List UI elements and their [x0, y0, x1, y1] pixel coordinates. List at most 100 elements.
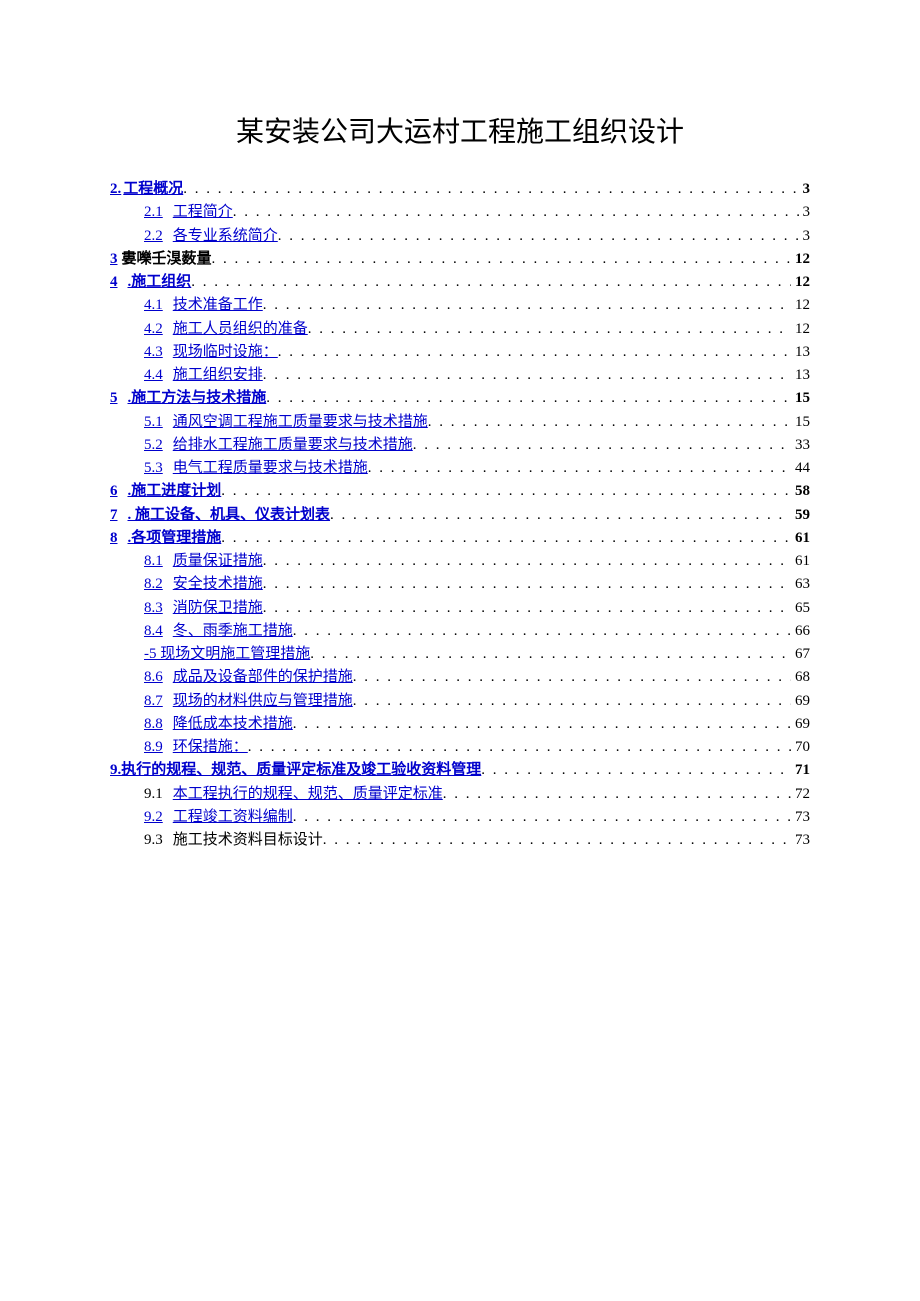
toc-number[interactable]: 5.3	[144, 460, 163, 476]
toc-row: 8.2安全技术措施63	[110, 573, 810, 596]
toc-text[interactable]: 工程竣工资料编制	[173, 809, 293, 825]
toc-page-number: 72	[791, 783, 810, 806]
toc-page-number: 12	[791, 294, 810, 317]
toc-text[interactable]: 通风空调工程施工质量要求与技术措施	[173, 414, 428, 430]
toc-page-number: 13	[791, 364, 810, 387]
toc-label[interactable]: 2.工程概况	[110, 178, 183, 201]
toc-number[interactable]: 4.2	[144, 321, 163, 337]
toc-text[interactable]: 工程简介	[173, 204, 233, 220]
toc-label[interactable]: 8.1 质量保证措施	[144, 550, 263, 573]
toc-number[interactable]: 3	[110, 251, 118, 267]
toc-text[interactable]: 现场的材料供应与管理措施	[173, 693, 353, 709]
toc-label[interactable]: 6 .施工进度计划	[110, 480, 221, 503]
toc-number[interactable]: 8.6	[144, 669, 163, 685]
toc-label[interactable]: 4 .施工组织	[110, 271, 191, 294]
toc-text[interactable]: 降低成本技术措施	[173, 716, 293, 732]
toc-label[interactable]: 8.8 降低成本技术措施	[144, 713, 293, 736]
toc-text[interactable]: .施工进度计划	[128, 483, 222, 499]
toc-row: 8.3消防保卫措施65	[110, 597, 810, 620]
toc-page-number: 15	[791, 411, 810, 434]
toc-text[interactable]: 现场临时设施：	[173, 344, 278, 360]
toc-label[interactable]: 7 . 施工设备、机具、仪表计划表	[110, 504, 330, 527]
toc-number[interactable]: 6	[110, 483, 118, 499]
toc-leader-dots	[353, 666, 791, 689]
toc-leader-dots	[191, 271, 791, 294]
toc-label[interactable]: 8 .各项管理措施	[110, 527, 221, 550]
toc-number[interactable]: 5.1	[144, 414, 163, 430]
toc-number[interactable]: 4.1	[144, 297, 163, 313]
toc-text[interactable]: 冬、雨季施工措施	[173, 623, 293, 639]
toc-text[interactable]: 本工程执行的规程、规范、质量评定标准	[173, 786, 443, 802]
toc-text[interactable]: .各项管理措施	[128, 530, 222, 546]
toc-number[interactable]: 4.4	[144, 367, 163, 383]
toc-leader-dots	[263, 573, 791, 596]
toc-text[interactable]: .施工组织	[128, 274, 192, 290]
toc-number[interactable]: 2.2	[144, 228, 163, 244]
toc-label[interactable]: 9.2 工程竣工资料编制	[144, 806, 293, 829]
toc-label[interactable]: 4.2 施工人员组织的准备	[144, 318, 308, 341]
toc-number[interactable]: 8	[110, 530, 118, 546]
toc-leader-dots	[221, 480, 791, 503]
toc-number[interactable]: 8.3	[144, 600, 163, 616]
toc-link[interactable]: -5 现场文明施工管理措施	[144, 646, 310, 662]
toc-number[interactable]: 2.1	[144, 204, 163, 220]
toc-text[interactable]: 环保措施：	[173, 739, 248, 755]
toc-number[interactable]: 5.2	[144, 437, 163, 453]
toc-number[interactable]: 9.2	[144, 809, 163, 825]
toc-text: 婁嚛壬湨薮量	[122, 251, 212, 267]
toc-label[interactable]: 2.2 各专业系统简介	[144, 225, 278, 248]
toc-number[interactable]: 8.7	[144, 693, 163, 709]
toc-number[interactable]: 5	[110, 390, 118, 406]
toc-page-number: 33	[791, 434, 810, 457]
toc-label[interactable]: -5 现场文明施工管理措施	[144, 643, 310, 666]
toc-label[interactable]: 9.执行的规程、规范、质量评定标准及竣工验收资料管理	[110, 759, 481, 782]
toc-text[interactable]: 成品及设备部件的保护措施	[173, 669, 353, 685]
toc-label[interactable]: 5.3 电气工程质量要求与技术措施	[144, 457, 368, 480]
toc-page-number: 68	[791, 666, 810, 689]
toc-text[interactable]: 各专业系统简介	[173, 228, 278, 244]
toc-number[interactable]: 7	[110, 507, 118, 523]
toc-text[interactable]: 施工人员组织的准备	[173, 321, 308, 337]
toc-text[interactable]: 质量保证措施	[173, 553, 263, 569]
toc-text[interactable]: . 施工设备、机具、仪表计划表	[128, 507, 331, 523]
toc-number[interactable]: 4.3	[144, 344, 163, 360]
toc-label[interactable]: 5.2 给排水工程施工质量要求与技术措施	[144, 434, 413, 457]
toc-label[interactable]: 8.4 冬、雨季施工措施	[144, 620, 293, 643]
toc-text[interactable]: 电气工程质量要求与技术措施	[173, 460, 368, 476]
toc-text[interactable]: 消防保卫措施	[173, 600, 263, 616]
toc-row: 4.1 技术准备工作 12	[110, 294, 810, 317]
toc-number[interactable]: 8.1	[144, 553, 163, 569]
toc-text[interactable]: 工程概况	[123, 181, 183, 197]
toc-leader-dots	[263, 294, 791, 317]
toc-label[interactable]: 2.1 工程简介	[144, 201, 233, 224]
toc-row: 3婁嚛壬湨薮量12	[110, 248, 810, 271]
toc-text[interactable]: 施工组织安排	[173, 367, 263, 383]
toc-number[interactable]: 2.	[110, 181, 121, 197]
toc-label[interactable]: 8.3 消防保卫措施	[144, 597, 263, 620]
toc-number[interactable]: 4	[110, 274, 118, 290]
toc-label[interactable]: 8.2 安全技术措施	[144, 573, 263, 596]
toc-label[interactable]: 8.7 现场的材料供应与管理措施	[144, 690, 353, 713]
toc-label[interactable]: 4.3 现场临时设施：	[144, 341, 278, 364]
toc-label[interactable]: 5 .施工方法与技术措施	[110, 387, 266, 410]
toc-label[interactable]: 5.1 通风空调工程施工质量要求与技术措施	[144, 411, 428, 434]
toc-leader-dots	[278, 225, 799, 248]
toc-text[interactable]: .施工方法与技术措施	[128, 390, 267, 406]
toc-label[interactable]: 3婁嚛壬湨薮量	[110, 248, 212, 271]
toc-label[interactable]: 8.6 成品及设备部件的保护措施	[144, 666, 353, 689]
toc-row: 6.施工进度计划58	[110, 480, 810, 503]
toc-label[interactable]: 4.1 技术准备工作	[144, 294, 263, 317]
toc-number[interactable]: 8.2	[144, 576, 163, 592]
toc-text[interactable]: 技术准备工作	[173, 297, 263, 313]
toc-page-number: 44	[791, 457, 810, 480]
toc-number[interactable]: 8.8	[144, 716, 163, 732]
toc-label[interactable]: 4.4 施工组织安排	[144, 364, 263, 387]
toc-label[interactable]: 8.9 环保措施：	[144, 736, 248, 759]
toc-link[interactable]: 9.执行的规程、规范、质量评定标准及竣工验收资料管理	[110, 762, 481, 778]
toc-text[interactable]: 给排水工程施工质量要求与技术措施	[173, 437, 413, 453]
toc-number[interactable]: 8.9	[144, 739, 163, 755]
toc-number[interactable]: 8.4	[144, 623, 163, 639]
toc-label[interactable]: 9.1本工程执行的规程、规范、质量评定标准	[144, 783, 443, 806]
toc-text: 施工技术资料目标设计	[173, 832, 323, 848]
toc-text[interactable]: 安全技术措施	[173, 576, 263, 592]
